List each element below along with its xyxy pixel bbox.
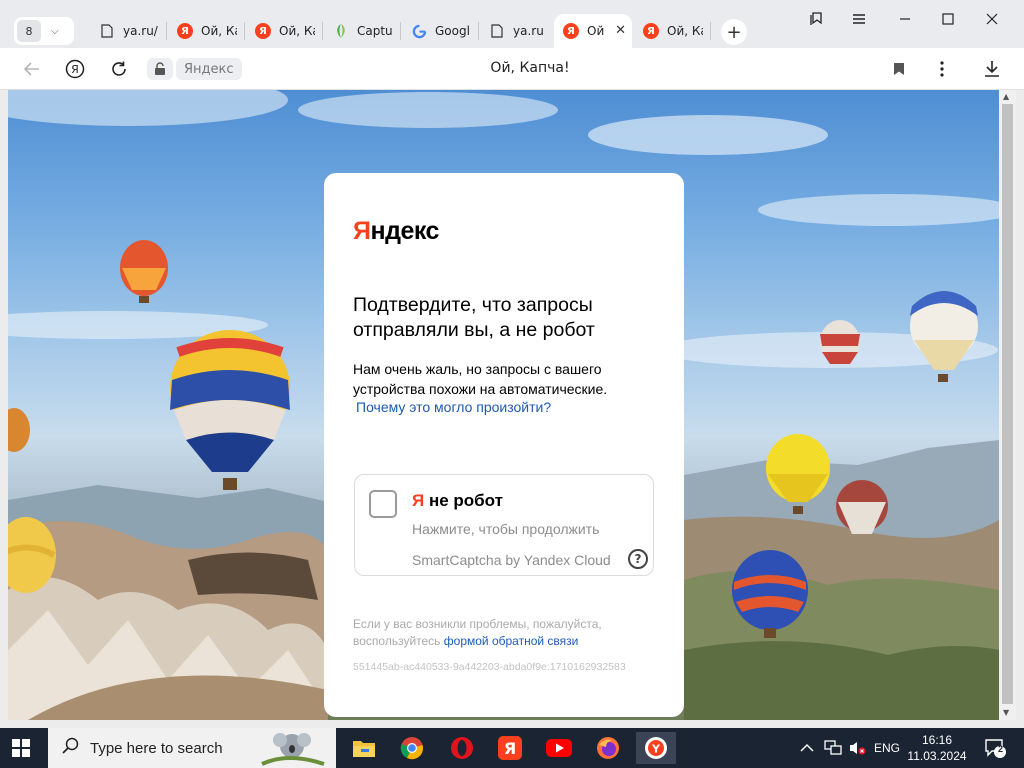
more-options-icon[interactable] (929, 56, 955, 82)
tab-google[interactable]: Googl (402, 14, 474, 48)
tab-label: ya.ru (513, 24, 544, 38)
collections-icon[interactable] (805, 8, 827, 30)
scroll-down-icon[interactable]: ▼ (1003, 708, 1009, 717)
tab-label: Ой, Ка (201, 24, 237, 38)
not-robot-label: Я не робот (412, 491, 503, 511)
minimize-icon[interactable] (894, 8, 916, 30)
menu-icon[interactable] (848, 8, 870, 30)
scroll-up-icon[interactable]: ▲ (1003, 92, 1009, 101)
tab-ya-ru-2[interactable]: ya.ru (480, 14, 552, 48)
tab-count: 8 (17, 20, 41, 42)
svg-text:Y: Y (651, 743, 661, 756)
svg-text:Я: Я (504, 739, 516, 758)
yandex-icon: Я (563, 23, 579, 39)
tab-captcha-3[interactable]: Я Ой, Ка (634, 14, 706, 48)
captcha-heading: Подтвердите, что запросы отправляли вы, … (353, 294, 595, 341)
site-chip[interactable]: Яндекс (176, 58, 242, 80)
captcha-subtitle: Нажмите, чтобы продолжить (412, 521, 600, 537)
tab-label: Ой, Ка (667, 24, 703, 38)
back-button[interactable] (19, 56, 45, 82)
taskbar-search[interactable]: Type here to search (48, 728, 336, 768)
notifications-icon[interactable]: 2 (984, 728, 1006, 768)
yandex-icon: Я (255, 23, 271, 39)
network-icon[interactable] (824, 728, 842, 768)
not-robot-checkbox[interactable] (369, 490, 397, 518)
yandex-app-icon[interactable]: Я (490, 732, 530, 764)
windows-start-icon[interactable] (12, 739, 30, 757)
address-bar: Я Яндекс Ой, Капча! (0, 48, 1024, 90)
maximize-icon[interactable] (937, 8, 959, 30)
not-robot-first-letter: Я (412, 491, 425, 510)
tab-label: Ой (587, 24, 605, 38)
notification-count: 2 (998, 744, 1004, 754)
opera-icon[interactable] (442, 732, 482, 764)
language-indicator[interactable]: ENG (874, 728, 900, 768)
tab-ya-ru[interactable]: ya.ru/ (90, 14, 162, 48)
captcha-card: Яндекс Подтвердите, что запросы отправля… (324, 173, 684, 717)
yandex-logo: Яндекс (353, 217, 439, 246)
request-id: 551445ab-ac440533-9a442203-abda0f9e:1710… (353, 661, 626, 673)
page-background: Яндекс Подтвердите, что запросы отправля… (8, 90, 999, 720)
clock-time: 16:16 (921, 733, 953, 747)
tab-captcha-site[interactable]: Captu (324, 14, 396, 48)
feedback-form-link[interactable]: формой обратной связи (444, 634, 579, 648)
tab-captcha-1[interactable]: Я Ой, Ка (168, 14, 240, 48)
search-icon (62, 737, 80, 759)
why-link[interactable]: Почему это могло произойти? (356, 399, 551, 415)
lock-icon[interactable] (147, 58, 173, 80)
tab-label: ya.ru/ (123, 24, 158, 38)
koala-search-highlight-icon (258, 730, 328, 768)
captcha-description: Нам очень жаль, но запросы с вашего устр… (353, 361, 608, 397)
tab-label: Ой, Ка (279, 24, 315, 38)
page-icon (489, 23, 505, 39)
chevron-down-icon: ⌵ (51, 25, 59, 37)
show-hidden-icons-icon[interactable] (800, 728, 814, 768)
windows-taskbar: Type here to search Я Y ENG 16:16 11.03.… (0, 728, 1024, 768)
feedback-note: Если у вас возникли проблемы, пожалуйста… (353, 616, 653, 650)
smartcaptcha-widget[interactable]: Я не робот Нажмите, чтобы продолжить Sma… (354, 474, 654, 576)
tab-captcha-2[interactable]: Я Ой, Ка (246, 14, 318, 48)
clock[interactable]: 16:16 11.03.2024 (905, 732, 969, 764)
download-icon[interactable] (979, 56, 1005, 82)
tab-strip: 8 ⌵ ya.ru/ Я Ой, Ка Я Ой, Ка Captu Googl (0, 0, 1024, 48)
logo-rest: ндекс (370, 217, 439, 245)
page-scrollbar[interactable]: ▲ ▼ (999, 90, 1016, 720)
tab-active-captcha[interactable]: Я Ой ✕ (554, 14, 632, 48)
yandex-browser-icon[interactable]: Y (636, 732, 676, 764)
scrollbar-thumb[interactable] (1002, 104, 1013, 704)
close-window-icon[interactable] (981, 8, 1003, 30)
not-robot-rest: не робот (424, 491, 503, 510)
new-tab-button[interactable]: + (721, 19, 747, 45)
volume-muted-icon[interactable] (848, 728, 866, 768)
yandex-home-icon[interactable]: Я (62, 56, 88, 82)
captcha-icon (333, 23, 349, 39)
yandex-icon: Я (177, 23, 193, 39)
tab-count-button[interactable]: 8 ⌵ (14, 17, 74, 45)
chrome-icon[interactable] (392, 732, 432, 764)
firefox-icon[interactable] (588, 732, 628, 764)
file-explorer-icon[interactable] (344, 732, 384, 764)
youtube-icon[interactable] (539, 732, 579, 764)
bookmark-icon[interactable] (886, 56, 912, 82)
google-icon (411, 23, 427, 39)
reload-icon[interactable] (106, 56, 132, 82)
search-placeholder: Type here to search (90, 739, 223, 757)
page-title[interactable]: Ой, Капча! (380, 60, 680, 76)
smartcaptcha-brand[interactable]: SmartCaptcha by Yandex Cloud (412, 552, 611, 568)
help-icon[interactable]: ? (628, 549, 648, 569)
clock-date: 11.03.2024 (907, 749, 967, 763)
svg-text:Я: Я (71, 63, 79, 76)
tab-label: Googl (435, 24, 470, 38)
page-icon (99, 23, 115, 39)
logo-first-letter: Я (353, 217, 371, 245)
tab-label: Captu (357, 24, 393, 38)
yandex-icon: Я (643, 23, 659, 39)
close-tab-icon[interactable]: ✕ (615, 23, 626, 38)
